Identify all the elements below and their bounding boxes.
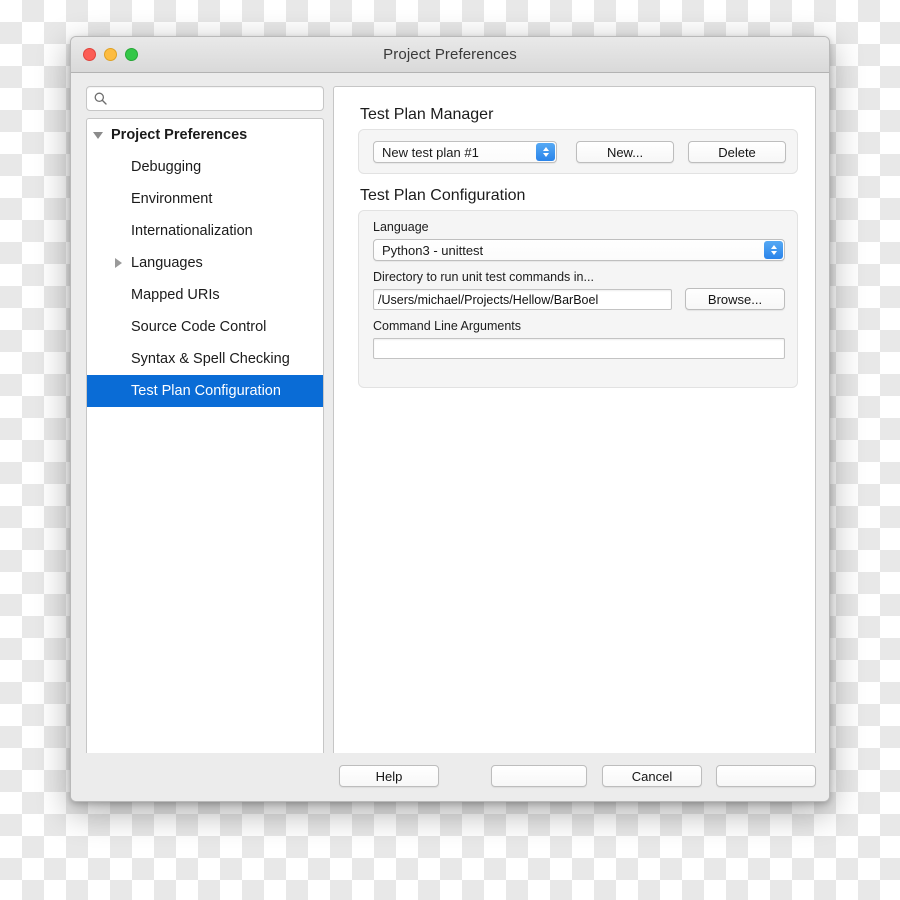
settings-pane: Test Plan Manager New test plan #1 New..… (333, 86, 816, 786)
chevron-updown-icon[interactable] (536, 143, 555, 161)
sidebar-item-label: Test Plan Configuration (131, 383, 281, 399)
sidebar: Project Preferences Debugging Environmen… (86, 86, 324, 785)
test-plan-configuration-title: Test Plan Configuration (360, 187, 526, 204)
window-titlebar: Project Preferences (71, 37, 829, 73)
directory-label: Directory to run unit test commands in..… (373, 270, 594, 284)
delete-test-plan-button[interactable]: Delete (688, 141, 786, 163)
language-select[interactable]: Python3 - unittest (373, 239, 785, 261)
sidebar-item-syntax-spell-checking[interactable]: Syntax & Spell Checking (87, 343, 323, 375)
command-line-arguments-input[interactable] (373, 338, 785, 359)
disclosure-triangle-right-icon[interactable] (115, 258, 122, 268)
directory-input-value: /Users/michael/Projects/Hellow/BarBoel (378, 292, 599, 307)
disclosure-triangle-down-icon[interactable] (93, 131, 103, 139)
sidebar-item-label: Internationalization (131, 223, 253, 239)
test-plan-manager-group: New test plan #1 New... Delete (358, 129, 798, 174)
test-plan-manager-title: Test Plan Manager (360, 106, 494, 123)
footer-blank-button-2[interactable] (716, 765, 816, 787)
sidebar-tree[interactable]: Project Preferences Debugging Environmen… (86, 118, 324, 785)
cancel-button[interactable]: Cancel (602, 765, 702, 787)
help-button[interactable]: Help (339, 765, 439, 787)
language-label: Language (373, 220, 429, 234)
sidebar-item-label: Project Preferences (111, 127, 248, 143)
chevron-updown-icon[interactable] (764, 241, 783, 259)
sidebar-item-mapped-uris[interactable]: Mapped URIs (87, 279, 323, 311)
sidebar-item-label: Languages (131, 255, 203, 271)
language-select-value: Python3 - unittest (382, 242, 484, 258)
browse-button[interactable]: Browse... (685, 288, 785, 310)
sidebar-item-label: Debugging (131, 159, 202, 175)
dialog-footer: Help Cancel (71, 753, 829, 801)
sidebar-item-label: Mapped URIs (131, 287, 220, 303)
sidebar-item-label: Syntax & Spell Checking (131, 351, 290, 367)
sidebar-item-internationalization[interactable]: Internationalization (87, 215, 323, 247)
window-content: Project Preferences Debugging Environmen… (71, 73, 829, 801)
window-title: Project Preferences (383, 46, 517, 63)
sidebar-item-languages[interactable]: Languages (87, 247, 323, 279)
test-plan-select[interactable]: New test plan #1 (373, 141, 557, 163)
sidebar-item-label: Environment (131, 191, 213, 207)
test-plan-select-value: New test plan #1 (382, 144, 479, 160)
command-line-arguments-label: Command Line Arguments (373, 319, 521, 333)
sidebar-item-environment[interactable]: Environment (87, 183, 323, 215)
search-icon (94, 92, 107, 105)
new-test-plan-button[interactable]: New... (576, 141, 674, 163)
sidebar-item-test-plan-configuration[interactable]: Test Plan Configuration (87, 375, 323, 407)
sidebar-item-source-code-control[interactable]: Source Code Control (87, 311, 323, 343)
sidebar-item-project-preferences[interactable]: Project Preferences (87, 119, 323, 151)
directory-input[interactable]: /Users/michael/Projects/Hellow/BarBoel (373, 289, 672, 310)
footer-blank-button-1[interactable] (491, 765, 587, 787)
preferences-window: Project Preferences Project Preferences (70, 36, 830, 802)
test-plan-configuration-group: Language Python3 - unittest Directory to… (358, 210, 798, 388)
search-input[interactable] (86, 86, 324, 111)
sidebar-item-debugging[interactable]: Debugging (87, 151, 323, 183)
sidebar-item-label: Source Code Control (131, 319, 267, 335)
